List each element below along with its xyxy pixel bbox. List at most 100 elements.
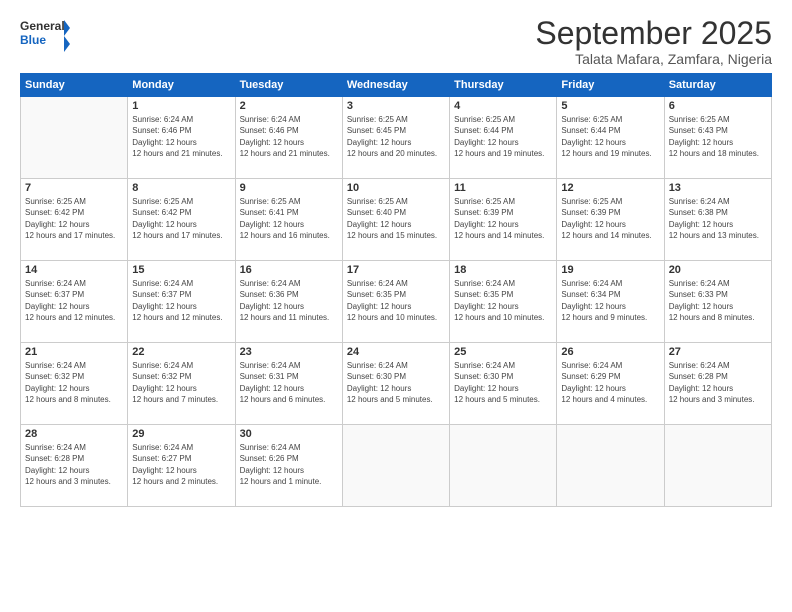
- day-number: 19: [561, 264, 659, 276]
- day-info: Sunrise: 6:24 AM Sunset: 6:30 PM Dayligh…: [347, 360, 445, 405]
- day-number: 20: [669, 264, 767, 276]
- logo: General Blue: [20, 16, 70, 52]
- day-number: 23: [240, 346, 338, 358]
- cell-week1-day4: 4 Sunrise: 6:25 AM Sunset: 6:44 PM Dayli…: [450, 97, 557, 179]
- svg-text:General: General: [20, 19, 65, 33]
- day-info: Sunrise: 6:24 AM Sunset: 6:34 PM Dayligh…: [561, 278, 659, 323]
- cell-week4-day5: 26 Sunrise: 6:24 AM Sunset: 6:29 PM Dayl…: [557, 343, 664, 425]
- calendar-body: 1 Sunrise: 6:24 AM Sunset: 6:46 PM Dayli…: [21, 97, 772, 507]
- weekday-header-wednesday: Wednesday: [342, 74, 449, 97]
- day-number: 25: [454, 346, 552, 358]
- logo-svg: General Blue: [20, 16, 70, 52]
- day-number: 13: [669, 182, 767, 194]
- cell-week1-day6: 6 Sunrise: 6:25 AM Sunset: 6:43 PM Dayli…: [664, 97, 771, 179]
- day-info: Sunrise: 6:24 AM Sunset: 6:30 PM Dayligh…: [454, 360, 552, 405]
- day-number: 14: [25, 264, 123, 276]
- weekday-header-row: SundayMondayTuesdayWednesdayThursdayFrid…: [21, 74, 772, 97]
- day-info: Sunrise: 6:25 AM Sunset: 6:43 PM Dayligh…: [669, 114, 767, 159]
- cell-week3-day1: 15 Sunrise: 6:24 AM Sunset: 6:37 PM Dayl…: [128, 261, 235, 343]
- cell-week2-day3: 10 Sunrise: 6:25 AM Sunset: 6:40 PM Dayl…: [342, 179, 449, 261]
- day-info: Sunrise: 6:24 AM Sunset: 6:28 PM Dayligh…: [669, 360, 767, 405]
- cell-week3-day5: 19 Sunrise: 6:24 AM Sunset: 6:34 PM Dayl…: [557, 261, 664, 343]
- cell-week5-day6: [664, 425, 771, 507]
- day-number: 15: [132, 264, 230, 276]
- weekday-header-sunday: Sunday: [21, 74, 128, 97]
- day-info: Sunrise: 6:24 AM Sunset: 6:36 PM Dayligh…: [240, 278, 338, 323]
- cell-week4-day2: 23 Sunrise: 6:24 AM Sunset: 6:31 PM Dayl…: [235, 343, 342, 425]
- day-info: Sunrise: 6:24 AM Sunset: 6:38 PM Dayligh…: [669, 196, 767, 241]
- calendar-table: SundayMondayTuesdayWednesdayThursdayFrid…: [20, 73, 772, 507]
- cell-week2-day2: 9 Sunrise: 6:25 AM Sunset: 6:41 PM Dayli…: [235, 179, 342, 261]
- cell-week3-day2: 16 Sunrise: 6:24 AM Sunset: 6:36 PM Dayl…: [235, 261, 342, 343]
- day-number: 21: [25, 346, 123, 358]
- day-info: Sunrise: 6:24 AM Sunset: 6:32 PM Dayligh…: [25, 360, 123, 405]
- cell-week3-day0: 14 Sunrise: 6:24 AM Sunset: 6:37 PM Dayl…: [21, 261, 128, 343]
- day-info: Sunrise: 6:24 AM Sunset: 6:33 PM Dayligh…: [669, 278, 767, 323]
- cell-week2-day0: 7 Sunrise: 6:25 AM Sunset: 6:42 PM Dayli…: [21, 179, 128, 261]
- cell-week2-day4: 11 Sunrise: 6:25 AM Sunset: 6:39 PM Dayl…: [450, 179, 557, 261]
- cell-week5-day3: [342, 425, 449, 507]
- day-number: 11: [454, 182, 552, 194]
- day-number: 27: [669, 346, 767, 358]
- month-title: September 2025: [535, 16, 772, 51]
- cell-week5-day5: [557, 425, 664, 507]
- day-info: Sunrise: 6:24 AM Sunset: 6:31 PM Dayligh…: [240, 360, 338, 405]
- week-row-3: 14 Sunrise: 6:24 AM Sunset: 6:37 PM Dayl…: [21, 261, 772, 343]
- day-number: 12: [561, 182, 659, 194]
- cell-week4-day1: 22 Sunrise: 6:24 AM Sunset: 6:32 PM Dayl…: [128, 343, 235, 425]
- cell-week3-day4: 18 Sunrise: 6:24 AM Sunset: 6:35 PM Dayl…: [450, 261, 557, 343]
- weekday-header-tuesday: Tuesday: [235, 74, 342, 97]
- day-info: Sunrise: 6:24 AM Sunset: 6:46 PM Dayligh…: [240, 114, 338, 159]
- day-number: 5: [561, 100, 659, 112]
- day-info: Sunrise: 6:25 AM Sunset: 6:45 PM Dayligh…: [347, 114, 445, 159]
- day-number: 22: [132, 346, 230, 358]
- weekday-header-saturday: Saturday: [664, 74, 771, 97]
- day-number: 30: [240, 428, 338, 440]
- cell-week2-day1: 8 Sunrise: 6:25 AM Sunset: 6:42 PM Dayli…: [128, 179, 235, 261]
- cell-week1-day5: 5 Sunrise: 6:25 AM Sunset: 6:44 PM Dayli…: [557, 97, 664, 179]
- day-number: 2: [240, 100, 338, 112]
- day-number: 4: [454, 100, 552, 112]
- weekday-header-monday: Monday: [128, 74, 235, 97]
- day-info: Sunrise: 6:24 AM Sunset: 6:35 PM Dayligh…: [347, 278, 445, 323]
- day-number: 8: [132, 182, 230, 194]
- day-info: Sunrise: 6:24 AM Sunset: 6:26 PM Dayligh…: [240, 442, 338, 487]
- day-number: 3: [347, 100, 445, 112]
- day-info: Sunrise: 6:24 AM Sunset: 6:29 PM Dayligh…: [561, 360, 659, 405]
- cell-week2-day6: 13 Sunrise: 6:24 AM Sunset: 6:38 PM Dayl…: [664, 179, 771, 261]
- day-number: 7: [25, 182, 123, 194]
- weekday-header-friday: Friday: [557, 74, 664, 97]
- cell-week1-day1: 1 Sunrise: 6:24 AM Sunset: 6:46 PM Dayli…: [128, 97, 235, 179]
- title-area: September 2025 Talata Mafara, Zamfara, N…: [535, 16, 772, 67]
- day-number: 28: [25, 428, 123, 440]
- day-number: 17: [347, 264, 445, 276]
- cell-week5-day4: [450, 425, 557, 507]
- day-info: Sunrise: 6:24 AM Sunset: 6:37 PM Dayligh…: [25, 278, 123, 323]
- day-number: 29: [132, 428, 230, 440]
- day-info: Sunrise: 6:25 AM Sunset: 6:42 PM Dayligh…: [25, 196, 123, 241]
- location-title: Talata Mafara, Zamfara, Nigeria: [535, 51, 772, 67]
- day-info: Sunrise: 6:24 AM Sunset: 6:28 PM Dayligh…: [25, 442, 123, 487]
- day-info: Sunrise: 6:24 AM Sunset: 6:37 PM Dayligh…: [132, 278, 230, 323]
- day-info: Sunrise: 6:24 AM Sunset: 6:27 PM Dayligh…: [132, 442, 230, 487]
- day-info: Sunrise: 6:24 AM Sunset: 6:35 PM Dayligh…: [454, 278, 552, 323]
- day-number: 10: [347, 182, 445, 194]
- cell-week5-day0: 28 Sunrise: 6:24 AM Sunset: 6:28 PM Dayl…: [21, 425, 128, 507]
- day-number: 6: [669, 100, 767, 112]
- day-info: Sunrise: 6:24 AM Sunset: 6:32 PM Dayligh…: [132, 360, 230, 405]
- cell-week1-day3: 3 Sunrise: 6:25 AM Sunset: 6:45 PM Dayli…: [342, 97, 449, 179]
- cell-week1-day2: 2 Sunrise: 6:24 AM Sunset: 6:46 PM Dayli…: [235, 97, 342, 179]
- page: General Blue September 2025 Talata Mafar…: [0, 0, 792, 612]
- day-info: Sunrise: 6:25 AM Sunset: 6:44 PM Dayligh…: [561, 114, 659, 159]
- day-info: Sunrise: 6:25 AM Sunset: 6:41 PM Dayligh…: [240, 196, 338, 241]
- day-info: Sunrise: 6:25 AM Sunset: 6:42 PM Dayligh…: [132, 196, 230, 241]
- day-info: Sunrise: 6:25 AM Sunset: 6:44 PM Dayligh…: [454, 114, 552, 159]
- cell-week5-day2: 30 Sunrise: 6:24 AM Sunset: 6:26 PM Dayl…: [235, 425, 342, 507]
- day-info: Sunrise: 6:25 AM Sunset: 6:39 PM Dayligh…: [454, 196, 552, 241]
- day-number: 1: [132, 100, 230, 112]
- svg-text:Blue: Blue: [20, 33, 46, 47]
- day-number: 24: [347, 346, 445, 358]
- cell-week2-day5: 12 Sunrise: 6:25 AM Sunset: 6:39 PM Dayl…: [557, 179, 664, 261]
- day-number: 16: [240, 264, 338, 276]
- cell-week4-day3: 24 Sunrise: 6:24 AM Sunset: 6:30 PM Dayl…: [342, 343, 449, 425]
